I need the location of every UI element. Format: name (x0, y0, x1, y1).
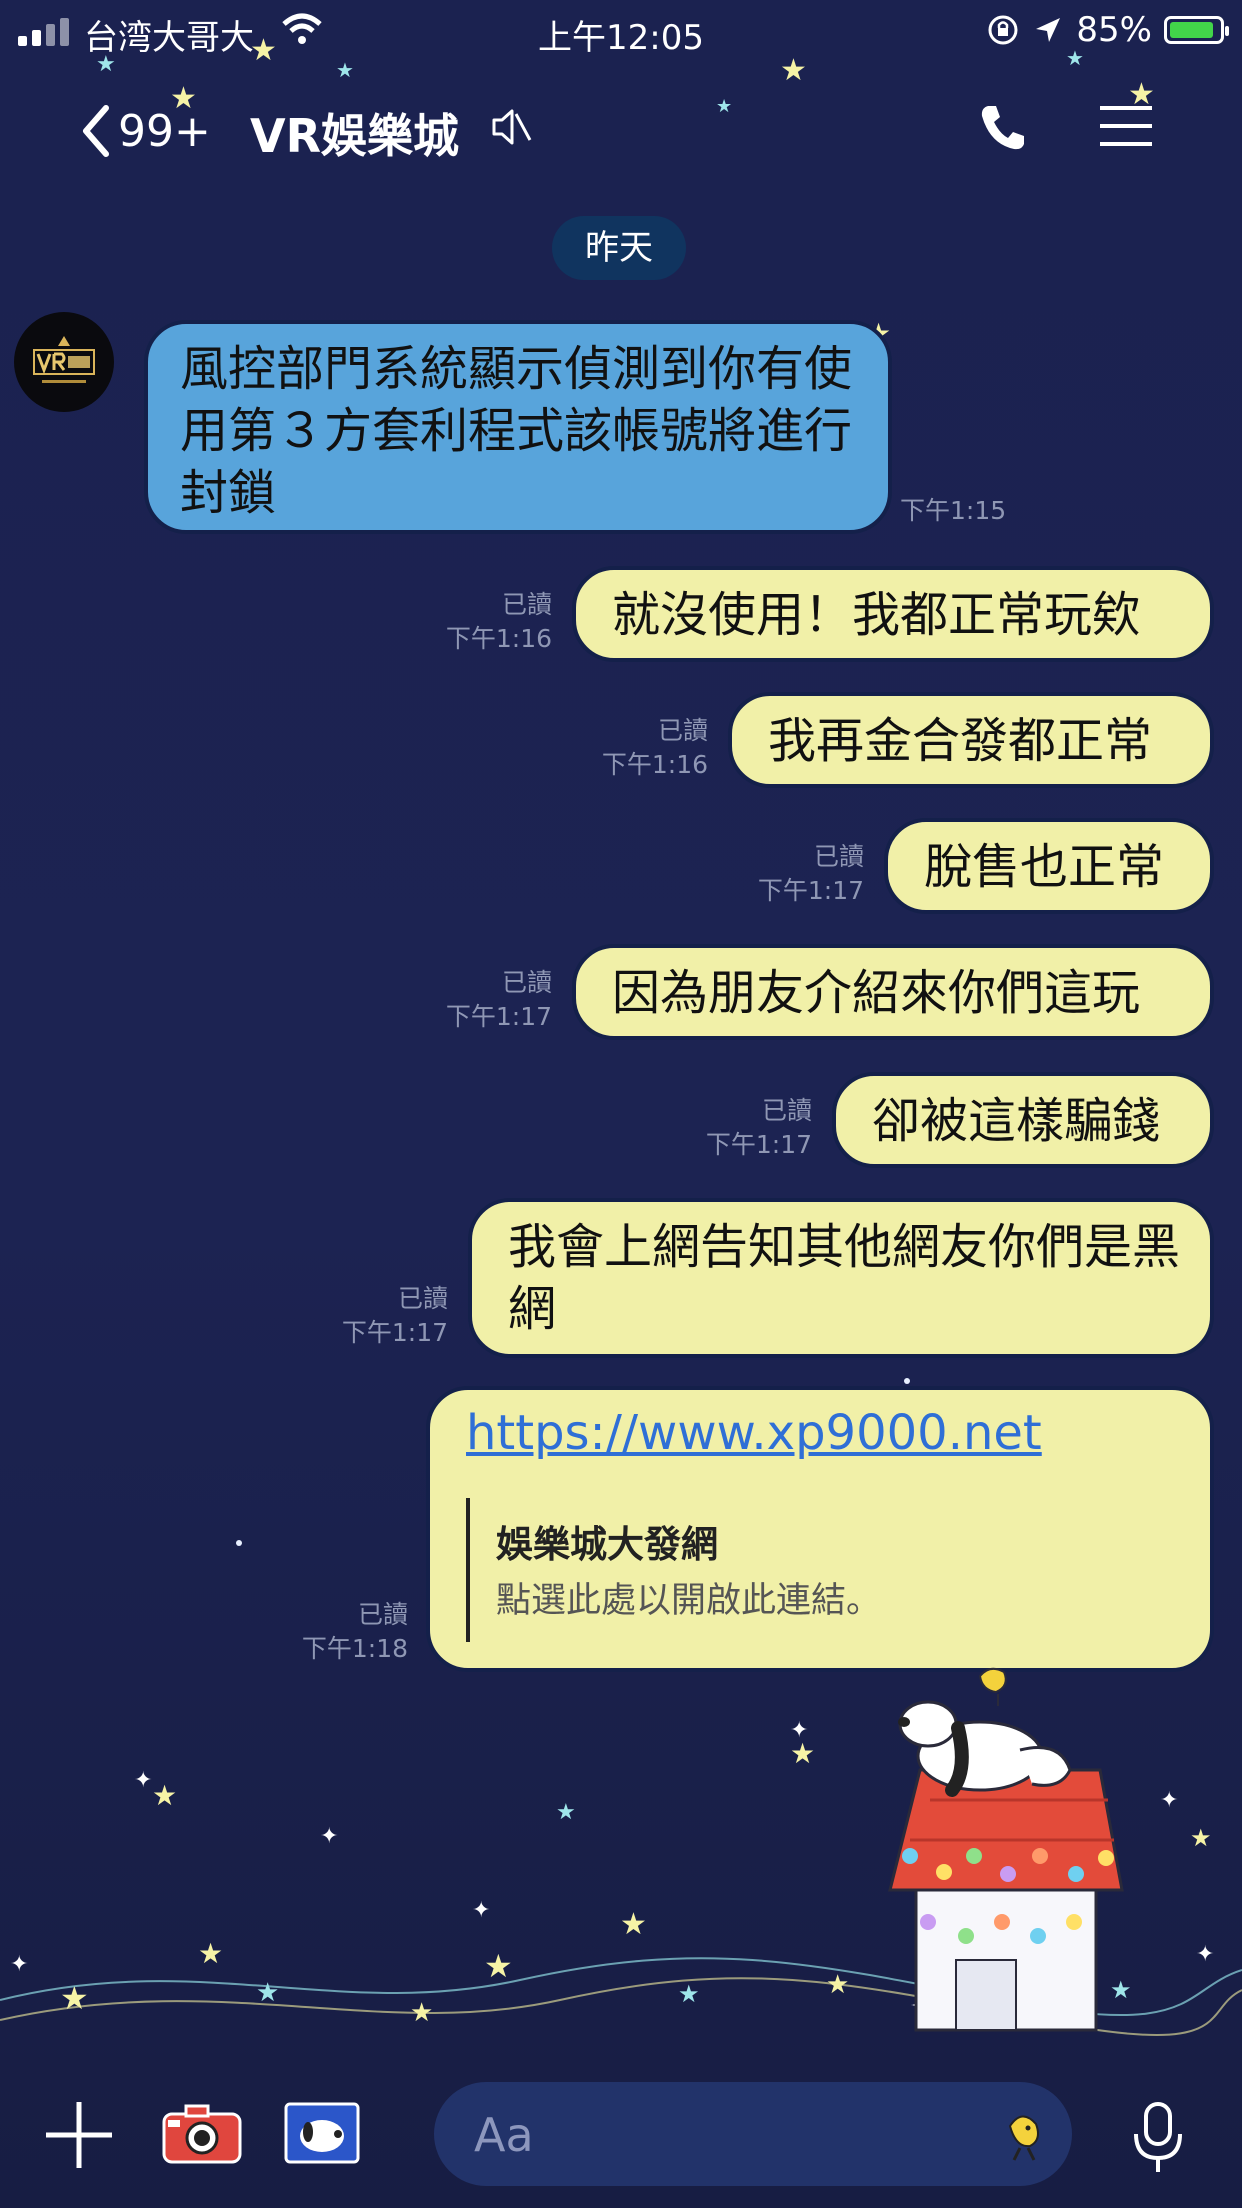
star-decoration (236, 1540, 242, 1546)
star-decoration: ★ (1190, 1824, 1212, 1852)
star-decoration: ✦ (134, 1768, 153, 1793)
message-text: 我再金合發都正常 (768, 713, 1153, 769)
message-meta: 已讀 下午1:17 (286, 1282, 448, 1350)
message-time: 下午1:18 (301, 1634, 408, 1663)
rotation-lock-icon (988, 15, 1018, 45)
battery-percent: 85% (1076, 10, 1152, 50)
star-decoration: ★ (152, 1779, 178, 1812)
outgoing-message[interactable]: 我會上網告知其他網友你們是黑網 (468, 1198, 1214, 1358)
message-meta: 已讀 下午1:17 (390, 966, 552, 1034)
message-meta: 已讀 下午1:17 (702, 840, 864, 908)
message-meta: 已讀 下午1:18 (246, 1598, 408, 1666)
input-bar (0, 2070, 1242, 2208)
message-input-container[interactable] (434, 2082, 1072, 2186)
read-receipt: 已讀 (357, 1600, 408, 1629)
outgoing-message[interactable]: 脫售也正常 (884, 818, 1214, 914)
star-decoration: ✦ (320, 1824, 339, 1849)
read-receipt: 已讀 (813, 842, 864, 871)
location-icon (1036, 18, 1061, 42)
star-decoration: ★ (556, 1800, 576, 1825)
message-time: 下午1:17 (705, 1130, 812, 1159)
link-preview-title: 娛樂城大發網 (496, 1523, 718, 1566)
read-receipt: 已讀 (501, 590, 552, 619)
message-text: 脫售也正常 (924, 839, 1165, 895)
outgoing-message[interactable]: 因為朋友介紹來你們這玩 (572, 944, 1214, 1040)
outgoing-message[interactable]: 我再金合發都正常 (728, 692, 1214, 788)
message-time: 下午1:15 (900, 496, 1007, 525)
vr-logo-icon (33, 336, 95, 383)
message-time: 下午1:17 (757, 876, 864, 905)
message-input[interactable] (472, 2108, 956, 2162)
link-preview-description: 點選此處以開啟此連結。 (496, 1581, 882, 1621)
read-receipt: 已讀 (501, 968, 552, 997)
message-time: 下午1:16 (601, 750, 708, 779)
message-text: 就沒使用！我都正常玩欸 (612, 587, 1141, 643)
emoji-icon[interactable] (990, 2102, 1054, 2166)
avatar[interactable] (14, 312, 114, 412)
photo-icon[interactable] (282, 2098, 362, 2168)
read-receipt: 已讀 (657, 716, 708, 745)
mute-icon (492, 109, 532, 145)
star-decoration: ★ (790, 1737, 816, 1770)
star-decoration: ✦ (1160, 1788, 1179, 1813)
plus-icon[interactable] (44, 2100, 114, 2170)
message-time: 下午1:16 (445, 624, 552, 653)
message-text: 我會上網告知其他網友你們是黑網 (508, 1219, 1181, 1337)
status-bar: 台湾大哥大 上午12:05 85% (0, 0, 1242, 62)
incoming-message[interactable]: 風控部門系統顯示偵測到你有使用第３方套利程式該帳號將進行封鎖 (144, 320, 892, 534)
phone-icon[interactable] (978, 102, 1028, 152)
chat-title[interactable]: VR娛樂城 (250, 100, 459, 166)
link-preview[interactable]: 娛樂城大發網 點選此處以開啟此連結。 (466, 1498, 1190, 1642)
battery-icon (1164, 16, 1229, 44)
chat-header: 99+ VR娛樂城 (0, 80, 1242, 170)
outgoing-message[interactable]: 卻被這樣騙錢 (832, 1072, 1214, 1168)
star-decoration: ★ (336, 58, 354, 82)
read-receipt: 已讀 (397, 1284, 448, 1313)
message-meta: 已讀 下午1:16 (390, 588, 552, 656)
message-link[interactable]: https://www.xp9000.net (466, 1402, 1042, 1464)
message-time: 下午1:17 (445, 1002, 552, 1031)
message-text: 卻被這樣騙錢 (872, 1093, 1161, 1149)
snoopy-doghouse-illustration (888, 1667, 1124, 2032)
menu-icon[interactable] (1098, 104, 1154, 148)
message-text: 因為朋友介紹來你們這玩 (612, 965, 1141, 1021)
date-separator: 昨天 (552, 216, 686, 280)
mic-icon[interactable] (1128, 2100, 1188, 2176)
read-receipt: 已讀 (761, 1096, 812, 1125)
message-time: 下午1:17 (341, 1318, 448, 1347)
message-meta: 已讀 下午1:16 (546, 714, 708, 782)
outgoing-message[interactable]: 就沒使用！我都正常玩欸 (572, 566, 1214, 662)
message-text: 風控部門系統顯示偵測到你有使用第３方套利程式該帳號將進行封鎖 (180, 341, 853, 521)
star-decoration: ✦ (472, 1898, 491, 1923)
link-message[interactable]: https://www.xp9000.net 娛樂城大發網 點選此處以開啟此連結… (426, 1386, 1214, 1672)
back-button[interactable]: 99+ (78, 102, 211, 160)
star-decoration (904, 1378, 910, 1384)
camera-icon[interactable] (160, 2100, 244, 2166)
unread-count: 99+ (118, 105, 211, 157)
back-icon (83, 105, 109, 157)
message-meta: 已讀 下午1:17 (650, 1094, 812, 1162)
